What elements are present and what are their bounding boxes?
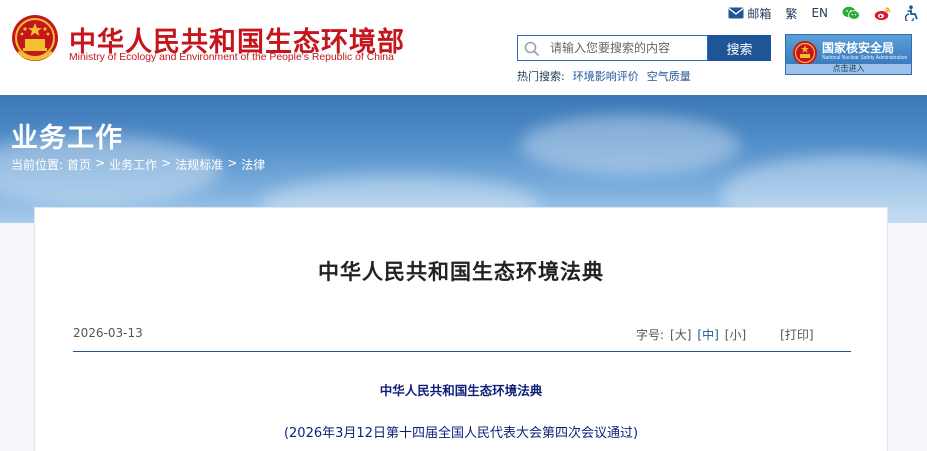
traditional-chinese-link[interactable]: 繁	[785, 5, 797, 22]
national-emblem-icon[interactable]	[10, 12, 60, 66]
article-divider	[73, 351, 851, 352]
wechat-icon	[842, 6, 860, 20]
page-heading: 业务工作	[11, 123, 123, 154]
breadcrumb-separator: >	[95, 156, 106, 170]
article-card: 中华人民共和国生态环境法典 2026-03-13 字号: [大] [中] [小]…	[34, 207, 888, 451]
breadcrumb-separator: >	[161, 156, 172, 170]
font-size-large[interactable]: [大]	[670, 326, 691, 343]
hot-search: 热门搜索: 环境影响评价 空气质量	[517, 68, 691, 84]
font-size-label: 字号:	[636, 328, 665, 342]
breadcrumb: 当前位置: 首页 > 业务工作 > 法规标准 > 法律	[11, 156, 265, 173]
top-links: 邮箱 繁 EN	[728, 4, 919, 22]
nnsa-enter-label[interactable]: 点击进入	[786, 64, 911, 74]
breadcrumb-business[interactable]: 业务工作	[109, 156, 157, 173]
search-button[interactable]: 搜索	[708, 35, 771, 61]
search-box	[517, 35, 708, 61]
article-date: 2026-03-13	[73, 326, 143, 340]
hot-search-item[interactable]: 环境影响评价	[573, 68, 639, 84]
mail-icon	[728, 7, 744, 19]
mail-link[interactable]: 邮箱	[728, 5, 771, 22]
article-title: 中华人民共和国生态环境法典	[318, 260, 604, 284]
mail-label: 邮箱	[747, 6, 772, 21]
font-size-medium[interactable]: [中]	[697, 326, 718, 343]
wechat-link[interactable]	[842, 6, 860, 21]
site-subtitle: Ministry of Ecology and Environment of t…	[69, 52, 394, 63]
breadcrumb-home[interactable]: 首页	[67, 156, 91, 173]
hot-search-item[interactable]: 空气质量	[647, 68, 691, 84]
weibo-icon	[874, 6, 891, 20]
national-emblem-icon	[793, 41, 817, 65]
nnsa-banner-link[interactable]: 国家核安全局 National Nuclear Safety Administr…	[785, 34, 912, 75]
print-button[interactable]: [打印]	[780, 326, 813, 343]
section-banner: 业务工作 当前位置: 首页 > 业务工作 > 法规标准 > 法律	[0, 95, 927, 223]
english-link[interactable]: EN	[811, 6, 828, 20]
breadcrumb-law[interactable]: 法律	[241, 156, 265, 173]
weibo-link[interactable]	[874, 6, 891, 21]
breadcrumb-separator: >	[227, 156, 238, 170]
nnsa-title: 国家核安全局	[822, 41, 895, 55]
accessibility-link[interactable]	[905, 5, 919, 21]
hot-search-label: 热门搜索:	[517, 70, 565, 83]
search-icon	[524, 41, 540, 57]
accessibility-icon	[905, 5, 918, 21]
nnsa-subtitle: National Nuclear Safety Administration	[822, 55, 908, 61]
article-body-title: 中华人民共和国生态环境法典	[379, 383, 543, 398]
search-input[interactable]	[550, 36, 705, 60]
breadcrumb-regulations[interactable]: 法规标准	[175, 156, 223, 173]
font-size-small[interactable]: [小]	[725, 326, 746, 343]
article-body-subtitle: (2026年3月12日第十四届全国人民代表大会第四次会议通过)	[283, 426, 639, 441]
font-size-controls: 字号: [大] [中] [小] [打印]	[636, 326, 814, 343]
site-header: 中华人民共和国生态环境部 Ministry of Ecology and Env…	[0, 0, 927, 95]
breadcrumb-label: 当前位置:	[11, 158, 64, 172]
